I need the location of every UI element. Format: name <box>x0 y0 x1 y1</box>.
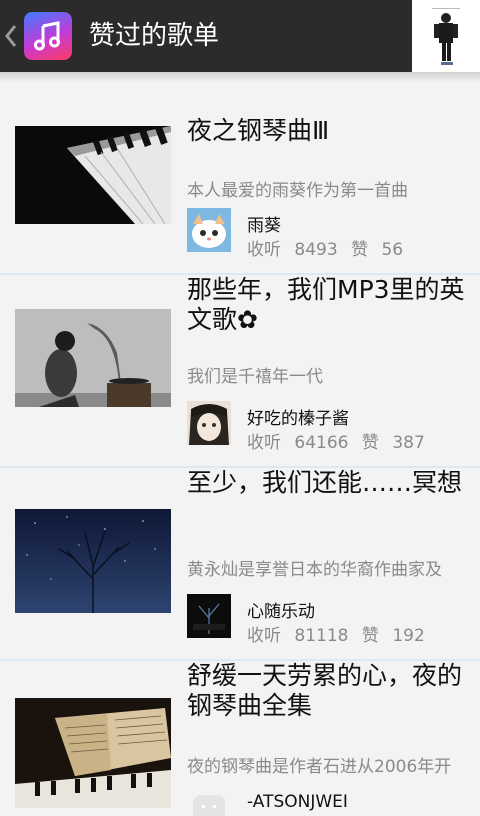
listen-label: 收听 <box>247 240 281 260</box>
playlist-cover <box>15 698 171 808</box>
like-count: 192 <box>392 626 425 646</box>
playlist-item[interactable]: 舒缓一天劳累的心，夜的钢琴曲全集 夜的钢琴曲是作者石进从2006年开 -ATSO… <box>0 661 480 816</box>
playlist-user: 好吃的榛子酱 <box>247 409 349 429</box>
playlist-stats: 收听 64166 赞 387 <box>247 428 425 453</box>
playlist-description: 我们是千禧年一代 <box>187 367 323 387</box>
top-bar: 赞过的歌单 <box>0 0 480 72</box>
now-playing-thumbnail[interactable] <box>412 0 480 72</box>
playlist-item[interactable]: 那些年，我们MP3里的英文歌✿ 我们是千禧年一代 好吃的榛子酱 收听 64166… <box>0 275 480 468</box>
like-count: 56 <box>381 240 404 260</box>
avatar <box>187 791 231 816</box>
playlist-title: 夜之钢琴曲Ⅲ <box>187 116 330 145</box>
avatar <box>187 208 231 252</box>
playlist-user: 雨葵 <box>247 216 281 236</box>
playlist-stats: 收听 8493 赞 56 <box>247 235 403 260</box>
like-label: 赞 <box>361 626 379 646</box>
like-count: 387 <box>392 433 425 453</box>
playlist-cover <box>15 309 171 407</box>
playlist-title: 那些年，我们MP3里的英文歌✿ <box>187 275 465 334</box>
playlist-user: 心随乐动 <box>247 602 315 622</box>
avatar <box>187 594 231 638</box>
playlist-cover <box>15 509 171 613</box>
playlist-item[interactable]: 夜之钢琴曲Ⅲ 本人最爱的雨葵作为第一首曲 雨葵 收听 8493 赞 56 <box>0 82 480 275</box>
playlist-description: 黄永灿是享誉日本的华裔作曲家及 <box>187 560 442 580</box>
music-note-icon[interactable] <box>24 12 72 60</box>
listen-count: 64166 <box>294 433 349 453</box>
playlist-title: 至少，我们还能……冥想 <box>187 468 463 497</box>
playlist-description: 本人最爱的雨葵作为第一首曲 <box>187 181 408 201</box>
avatar <box>187 401 231 445</box>
like-label: 赞 <box>351 240 369 260</box>
playlist-stats: 收听 81118 赞 192 <box>247 621 425 646</box>
listen-count: 8493 <box>294 240 338 260</box>
playlist-cover <box>15 126 171 224</box>
playlist-title: 舒缓一天劳累的心，夜的钢琴曲全集 <box>187 661 463 720</box>
playlist-user: -ATSONJWEI <box>247 792 348 812</box>
header-shadow <box>0 72 480 82</box>
listen-label: 收听 <box>247 626 281 646</box>
like-label: 赞 <box>361 433 379 453</box>
playlist-description: 夜的钢琴曲是作者石进从2006年开 <box>187 757 452 777</box>
chevron-left-icon[interactable] <box>4 22 18 50</box>
page-title: 赞过的歌单 <box>89 21 220 51</box>
listen-label: 收听 <box>247 433 281 453</box>
playlist-item[interactable]: 至少，我们还能……冥想 黄永灿是享誉日本的华裔作曲家及 心随乐动 收听 8111… <box>0 468 480 661</box>
listen-count: 81118 <box>294 626 349 646</box>
